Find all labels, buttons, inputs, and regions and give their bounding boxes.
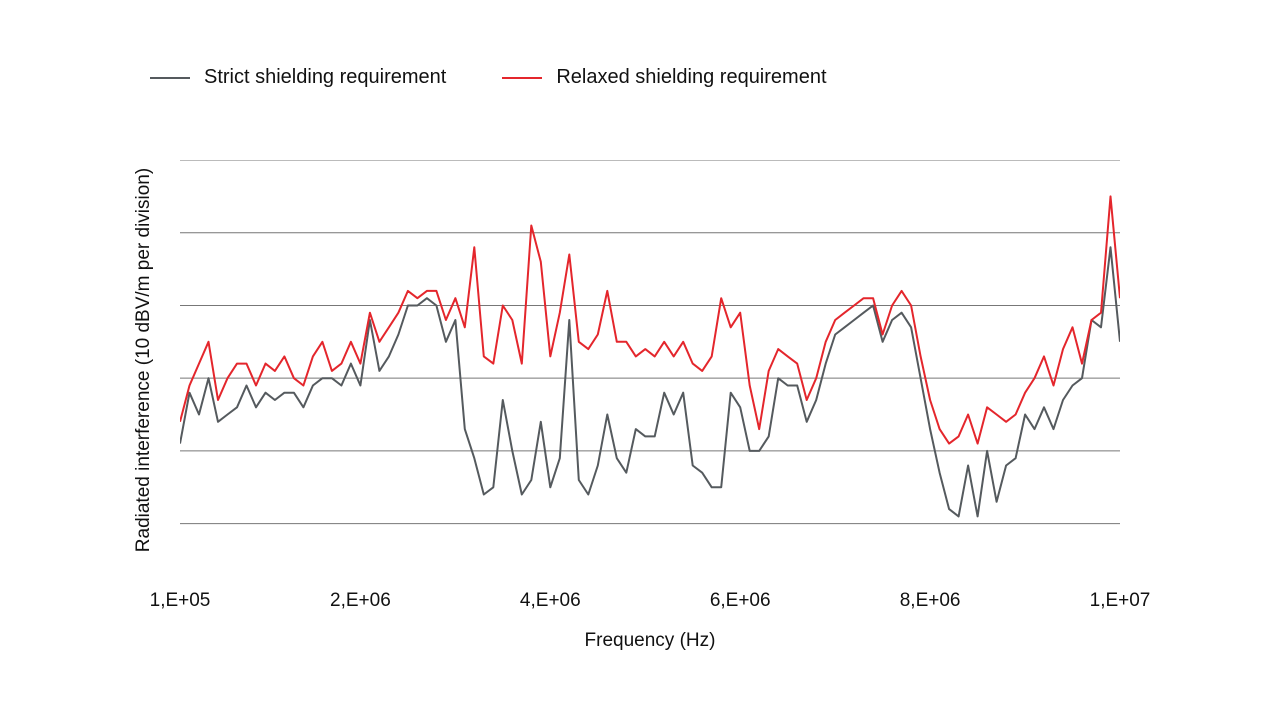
x-axis-ticks: 1,E+052,E+064,E+066,E+068,E+061,E+07: [180, 590, 1120, 618]
legend-item-relaxed: Relaxed shielding requirement: [502, 66, 826, 89]
legend-swatch-strict: [150, 77, 190, 79]
x-tick-label: 1,E+07: [1090, 590, 1151, 612]
series-strict-line: [180, 247, 1120, 516]
x-axis-label: Frequency (Hz): [180, 630, 1120, 652]
x-tick-label: 2,E+06: [330, 590, 391, 612]
y-axis-label: Radiated interference (10 dBV/m per divi…: [133, 168, 155, 552]
x-tick-label: 4,E+06: [520, 590, 581, 612]
series-lines: [180, 160, 1120, 560]
x-tick-label: 6,E+06: [710, 590, 771, 612]
legend: Strict shielding requirement Relaxed shi…: [150, 66, 827, 89]
legend-label-strict: Strict shielding requirement: [204, 66, 446, 89]
x-tick-label: 8,E+06: [900, 590, 961, 612]
series-relaxed-line: [180, 196, 1120, 443]
legend-item-strict: Strict shielding requirement: [150, 66, 446, 89]
plot-area: [180, 160, 1120, 560]
y-axis-label-container: Radiated interference (10 dBV/m per divi…: [130, 160, 158, 560]
legend-swatch-relaxed: [502, 77, 542, 79]
x-tick-label: 1,E+05: [150, 590, 211, 612]
legend-label-relaxed: Relaxed shielding requirement: [556, 66, 826, 89]
